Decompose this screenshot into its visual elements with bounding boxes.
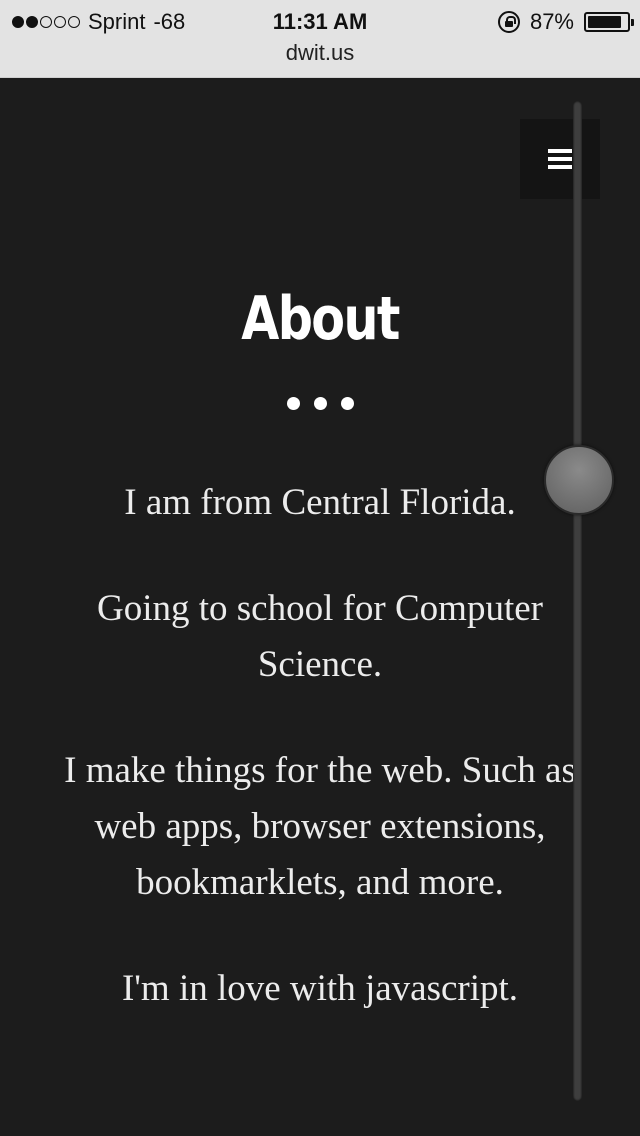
scroll-slider-thumb[interactable]	[544, 445, 614, 516]
divider-dot	[340, 397, 354, 410]
menu-button[interactable]	[520, 119, 600, 199]
status-row: Sprint -68 11:31 AM 87%	[0, 6, 640, 38]
about-paragraph-javascript: I'm in love with javascript.	[121, 968, 519, 1009]
scroll-slider-track[interactable]	[573, 101, 582, 1101]
status-bar: Sprint -68 11:31 AM 87% dwit.us	[0, 0, 640, 78]
about-text: I am from Central Florida. Going to scho…	[40, 475, 600, 1067]
status-right: 87%	[497, 6, 634, 38]
hamburger-icon	[548, 149, 572, 169]
battery-fill	[588, 16, 622, 28]
address-bar[interactable]: dwit.us	[0, 40, 640, 66]
about-paragraph-school: Going to school for Computer Science.	[96, 588, 543, 685]
battery-percent: 87%	[529, 9, 574, 34]
page-title: About	[241, 284, 400, 354]
divider-dot	[313, 397, 327, 410]
about-paragraph-origin: I am from Central Florida.	[124, 482, 516, 523]
rotation-lock-icon	[497, 11, 520, 33]
battery-icon	[584, 12, 634, 32]
title-divider-dots	[0, 397, 640, 410]
page-content: About I am from Central Florida. Going t…	[0, 79, 640, 1136]
about-paragraph-work: I make things for the web. Such as web a…	[64, 750, 576, 903]
divider-dot	[286, 397, 300, 410]
